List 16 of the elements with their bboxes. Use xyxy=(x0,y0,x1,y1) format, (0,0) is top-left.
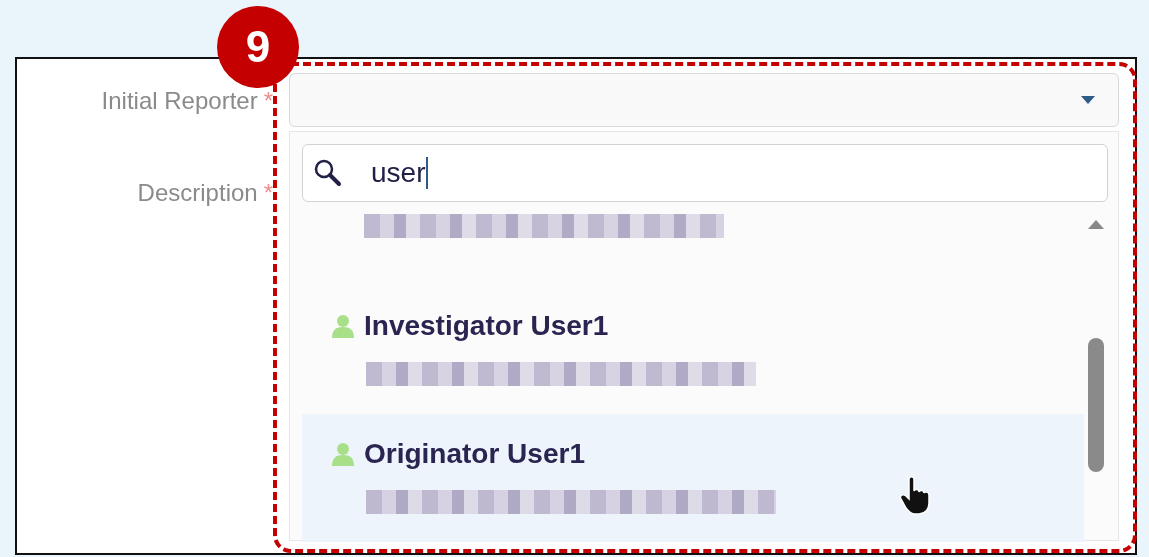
select-field[interactable] xyxy=(289,73,1119,127)
search-icon xyxy=(313,158,343,188)
field-label: Description xyxy=(137,179,258,206)
step-badge: 9 xyxy=(217,6,299,88)
required-mark: * xyxy=(263,87,273,114)
search-field[interactable]: user xyxy=(302,144,1108,202)
user-option[interactable]: Originator User1 xyxy=(302,414,1084,542)
required-mark: * xyxy=(263,179,273,206)
caret-icon xyxy=(1080,95,1096,105)
field-label: Initial Reporter xyxy=(101,87,258,114)
hand-cursor-icon xyxy=(899,475,933,515)
scrollbar-thumb[interactable] xyxy=(1088,338,1104,472)
scroll-up-icon[interactable] xyxy=(1087,218,1105,230)
user-icon xyxy=(332,314,354,338)
user-option[interactable]: Investigator User1 xyxy=(302,286,1084,414)
user-icon xyxy=(332,442,354,466)
